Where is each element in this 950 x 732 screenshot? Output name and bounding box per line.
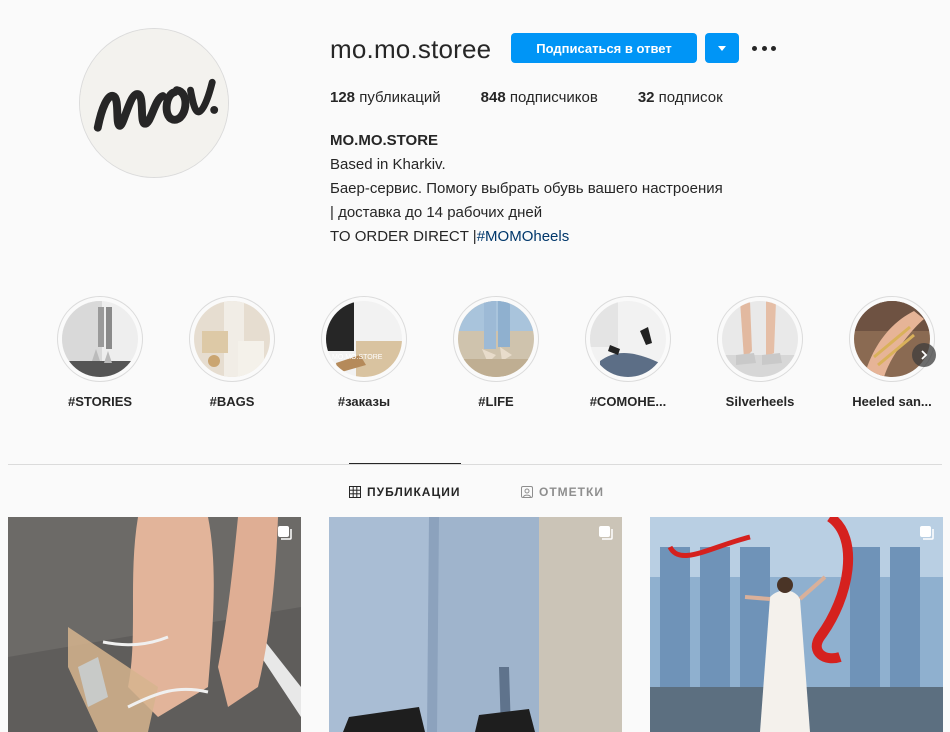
chevron-right-icon — [921, 350, 928, 360]
tabs-divider — [8, 464, 942, 465]
tab-posts-label: ПУБЛИКАЦИИ — [367, 485, 461, 499]
followers-count-label: подписчиков — [509, 89, 598, 106]
highlight-label: Silverheels — [725, 394, 795, 409]
highlight-cover — [194, 301, 270, 377]
more-dot-icon — [752, 45, 757, 51]
highlight-label: #заказы — [337, 394, 391, 409]
post-thumbnail[interactable] — [329, 517, 622, 732]
profile-username: mo.mo.storee — [330, 34, 492, 64]
highlight-orders[interactable]: MO.MO.STORE #заказы — [306, 296, 422, 409]
posts-count: 128 публикаций — [330, 89, 441, 106]
highlight-cover — [722, 301, 798, 377]
bio-line: TO ORDER DIRECT |#MOMOheels — [330, 225, 810, 249]
post-image — [8, 517, 301, 732]
highlight-cover — [458, 301, 534, 377]
tab-tagged[interactable]: ОТМЕТКИ — [521, 484, 604, 500]
followers-count-value: 848 — [480, 89, 506, 106]
profile-bio: MO.MO.STORE Based in Kharkiv. Баер-серви… — [330, 129, 810, 249]
more-dot-icon — [761, 45, 767, 51]
highlight-label: #STORIES — [67, 394, 133, 409]
posts-count-label: публикаций — [359, 89, 441, 106]
following-count-value: 32 — [637, 89, 655, 106]
profile-avatar[interactable] — [79, 28, 229, 178]
highlight-label: #LIFE — [478, 394, 514, 409]
tab-tagged-label: ОТМЕТКИ — [539, 485, 604, 499]
post-image — [650, 517, 943, 732]
more-options-button[interactable] — [752, 40, 776, 56]
highlight-silverheels[interactable]: Silverheels — [702, 296, 818, 409]
bio-line: Based in Kharkiv. — [330, 156, 446, 173]
svg-text:MO.MO.STORE: MO.MO.STORE — [332, 354, 383, 361]
grid-icon — [349, 486, 361, 498]
bio-name: MO.MO.STORE — [330, 132, 439, 149]
tagged-user-icon — [521, 486, 533, 498]
bio-line: | доставка до 14 рабочих дней — [330, 204, 543, 221]
chevron-down-icon — [718, 45, 726, 51]
highlight-como[interactable]: #COMOHE... — [570, 296, 686, 409]
followers-count[interactable]: 848 подписчиков — [481, 89, 598, 106]
highlights-next-button[interactable] — [912, 343, 936, 367]
multiple-photos-icon — [599, 526, 613, 540]
bio-line: Баер-сервис. Помогу выбрать обувь вашего… — [330, 180, 723, 197]
post-image — [329, 517, 622, 732]
multiple-photos-icon — [920, 526, 934, 540]
highlight-life[interactable]: #LIFE — [438, 296, 554, 409]
suggestions-dropdown-button[interactable] — [705, 33, 739, 63]
multiple-photos-icon — [278, 526, 292, 540]
highlight-label: Heeled san... — [852, 394, 932, 409]
highlight-cover — [62, 301, 138, 377]
posts-count-value: 128 — [330, 89, 356, 106]
bio-line-prefix: TO ORDER DIRECT | — [330, 228, 477, 245]
following-count[interactable]: 32 подписок — [638, 89, 723, 106]
highlight-cover — [590, 301, 666, 377]
active-tab-indicator — [349, 463, 461, 464]
follow-back-button[interactable]: Подписаться в ответ — [511, 33, 697, 63]
tab-posts[interactable]: ПУБЛИКАЦИИ — [349, 484, 460, 500]
profile-stats: 128 публикаций 848 подписчиков 32 подпис… — [330, 89, 763, 106]
highlight-label: #COMOHE... — [589, 394, 667, 409]
story-highlights: #STORIES #BAGS MO.MO.STORE #заказы #LIFE… — [42, 296, 942, 416]
post-thumbnail[interactable] — [8, 517, 301, 732]
highlight-cover: MO.MO.STORE — [326, 301, 402, 377]
highlight-label: #BAGS — [209, 394, 255, 409]
highlight-stories[interactable]: #STORIES — [42, 296, 158, 409]
more-dot-icon — [771, 45, 776, 51]
following-count-label: подписок — [658, 89, 723, 106]
post-thumbnail[interactable] — [650, 517, 943, 732]
highlight-bags[interactable]: #BAGS — [174, 296, 290, 409]
avatar-logo-icon — [80, 29, 228, 177]
bio-hashtag-link[interactable]: #MOMOheels — [477, 228, 570, 245]
